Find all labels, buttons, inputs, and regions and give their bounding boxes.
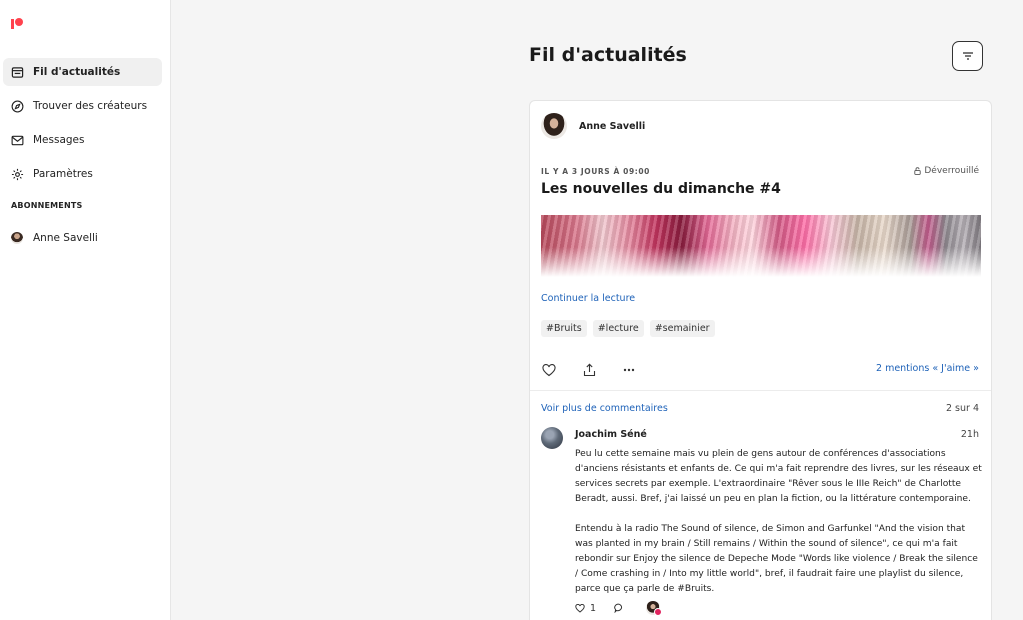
- status-badge: Déverrouillé: [914, 166, 979, 176]
- comment-count: 2 sur 4: [945, 403, 979, 414]
- tag[interactable]: #semainier: [649, 320, 715, 337]
- subscription-name: Anne Savelli: [33, 232, 98, 244]
- comment-like-button[interactable]: 1: [575, 603, 596, 614]
- avatar[interactable]: [646, 601, 663, 616]
- filter-icon: [962, 51, 974, 61]
- likes-count-link[interactable]: 2 mentions « J'aime »: [876, 363, 979, 374]
- page-title: Fil d'actualités: [529, 44, 687, 66]
- post-card: Anne Savelli IL Y A 3 JOURS À 09:00 Déve…: [529, 100, 992, 620]
- tag[interactable]: #Bruits: [541, 320, 587, 337]
- subscriptions-heading: ABONNEMENTS: [11, 201, 83, 210]
- gear-icon: [11, 168, 24, 181]
- post-image[interactable]: [541, 215, 981, 277]
- post-author[interactable]: Anne Savelli: [541, 113, 645, 139]
- comment-timestamp: 21h: [960, 429, 979, 440]
- comment-paragraph: Peu lu cette semaine mais vu plein de ge…: [575, 449, 982, 504]
- comment-paragraph: Entendu à la radio The Sound of silence,…: [575, 524, 978, 594]
- continue-reading-link[interactable]: Continuer la lecture: [541, 293, 635, 304]
- comment-body: Peu lu cette semaine mais vu plein de ge…: [575, 447, 983, 612]
- sidebar: Fil d'actualités Trouver des créateurs M…: [0, 0, 171, 620]
- heart-icon[interactable]: [541, 362, 557, 378]
- more-comments-link[interactable]: Voir plus de commentaires: [541, 403, 668, 414]
- sidebar-subscription-anne-savelli[interactable]: Anne Savelli: [3, 228, 162, 248]
- avatar: [11, 232, 23, 244]
- sidebar-item-feed[interactable]: Fil d'actualités: [3, 58, 162, 86]
- more-icon[interactable]: [621, 362, 637, 378]
- sidebar-item-label: Fil d'actualités: [33, 66, 121, 78]
- author-name: Anne Savelli: [579, 120, 646, 132]
- heart-icon: [575, 603, 585, 613]
- divider: [530, 390, 991, 391]
- sidebar-item-label: Paramètres: [33, 168, 93, 180]
- post-actions: [541, 362, 637, 378]
- sidebar-item-messages[interactable]: Messages: [3, 126, 162, 154]
- avatar[interactable]: [541, 427, 563, 449]
- sidebar-item-label: Messages: [33, 134, 85, 146]
- compass-icon: [11, 100, 24, 113]
- feed-icon: [11, 66, 24, 79]
- comment-author[interactable]: Joachim Séné: [575, 429, 647, 440]
- sidebar-item-find-creators[interactable]: Trouver des créateurs: [3, 92, 162, 120]
- post-title[interactable]: Les nouvelles du dimanche #4: [541, 181, 781, 197]
- tag[interactable]: #lecture: [592, 320, 644, 337]
- lock-open-icon: [914, 167, 922, 175]
- envelope-icon: [11, 134, 24, 147]
- sidebar-item-settings[interactable]: Paramètres: [3, 160, 162, 188]
- tag-list: #Bruits #lecture #semainier: [541, 320, 715, 337]
- comment-like-count: 1: [590, 602, 597, 614]
- post-timestamp: IL Y A 3 JOURS À 09:00: [541, 167, 651, 176]
- reply-icon[interactable]: [614, 603, 624, 613]
- sidebar-item-label: Trouver des créateurs: [33, 100, 148, 112]
- comment-actions: 1: [575, 601, 663, 616]
- avatar: [541, 113, 567, 139]
- share-icon[interactable]: [581, 362, 597, 378]
- status-label: Déverrouillé: [924, 166, 979, 176]
- filter-button[interactable]: [952, 41, 983, 71]
- patreon-logo[interactable]: [11, 18, 23, 30]
